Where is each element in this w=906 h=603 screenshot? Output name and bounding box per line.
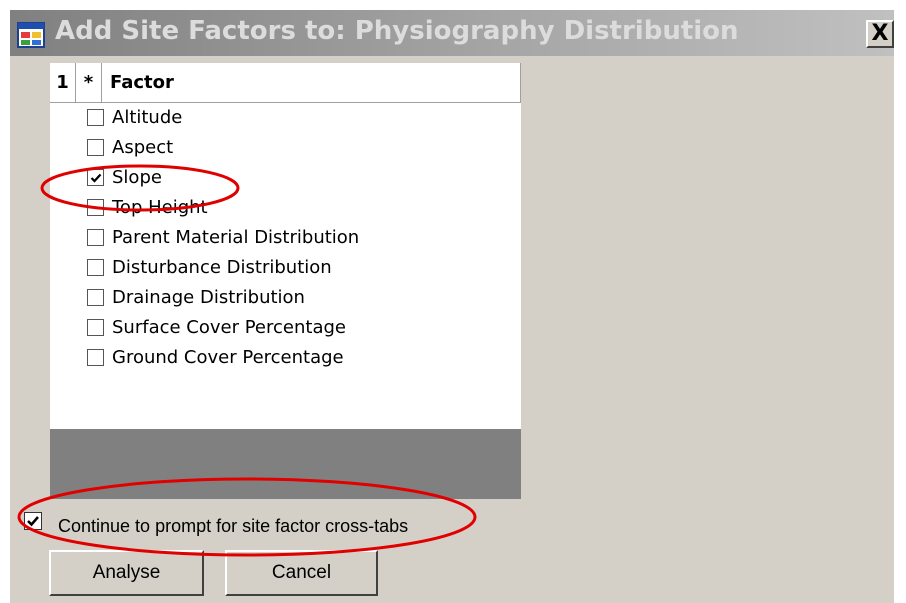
factor-label: Top Height	[112, 197, 208, 218]
grid-rows: Altitude Aspect Slope Top Height Parent Mate…	[50, 103, 521, 429]
factor-label: Slope	[112, 167, 162, 188]
cancel-button[interactable]: Cancel	[225, 550, 378, 596]
factor-checkbox[interactable]	[87, 259, 104, 276]
checkmark-icon	[27, 516, 39, 527]
factor-row[interactable]: Surface Cover Percentage	[50, 313, 521, 343]
factor-checkbox[interactable]	[87, 319, 104, 336]
factor-row[interactable]: Disturbance Distribution	[50, 253, 521, 283]
continue-prompt-label[interactable]: Continue to prompt for site factor cross…	[58, 516, 408, 537]
factor-row[interactable]: Top Height	[50, 193, 521, 223]
factor-checkbox[interactable]	[87, 169, 104, 186]
column-header-number: 1	[50, 63, 76, 102]
factor-label: Altitude	[112, 107, 183, 128]
factor-checkbox[interactable]	[87, 349, 104, 366]
factor-checkbox[interactable]	[87, 199, 104, 216]
title-bar: Add Site Factors to: Physiography Distri…	[10, 10, 894, 56]
factor-row[interactable]: Slope	[50, 163, 521, 193]
factor-label: Ground Cover Percentage	[112, 347, 344, 368]
factor-label: Surface Cover Percentage	[112, 317, 346, 338]
grid-header: 1 * Factor	[50, 63, 521, 103]
factor-label: Drainage Distribution	[112, 287, 305, 308]
column-header-star: *	[76, 63, 102, 102]
continue-prompt-checkbox[interactable]	[24, 512, 42, 530]
column-header-factor[interactable]: Factor	[102, 63, 521, 102]
add-site-factors-dialog: Add Site Factors to: Physiography Distri…	[10, 10, 894, 603]
factor-checkbox[interactable]	[87, 289, 104, 306]
close-button[interactable]: X	[866, 20, 894, 48]
factor-row[interactable]: Drainage Distribution	[50, 283, 521, 313]
factor-row[interactable]: Parent Material Distribution	[50, 223, 521, 253]
factor-label: Disturbance Distribution	[112, 257, 332, 278]
factor-checkbox[interactable]	[87, 139, 104, 156]
application-icon	[17, 22, 45, 48]
analyse-button[interactable]: Analyse	[49, 550, 204, 596]
factor-row[interactable]: Ground Cover Percentage	[50, 343, 521, 373]
checkmark-icon	[90, 173, 102, 183]
dialog-title: Add Site Factors to: Physiography Distri…	[55, 16, 739, 46]
factor-label: Aspect	[112, 137, 174, 158]
site-factor-grid: 1 * Factor Altitude Aspect Slope Top Height…	[50, 63, 521, 499]
factor-checkbox[interactable]	[87, 229, 104, 246]
factor-checkbox[interactable]	[87, 109, 104, 126]
factor-row[interactable]: Aspect	[50, 133, 521, 163]
factor-label: Parent Material Distribution	[112, 227, 360, 248]
factor-row[interactable]: Altitude	[50, 103, 521, 133]
